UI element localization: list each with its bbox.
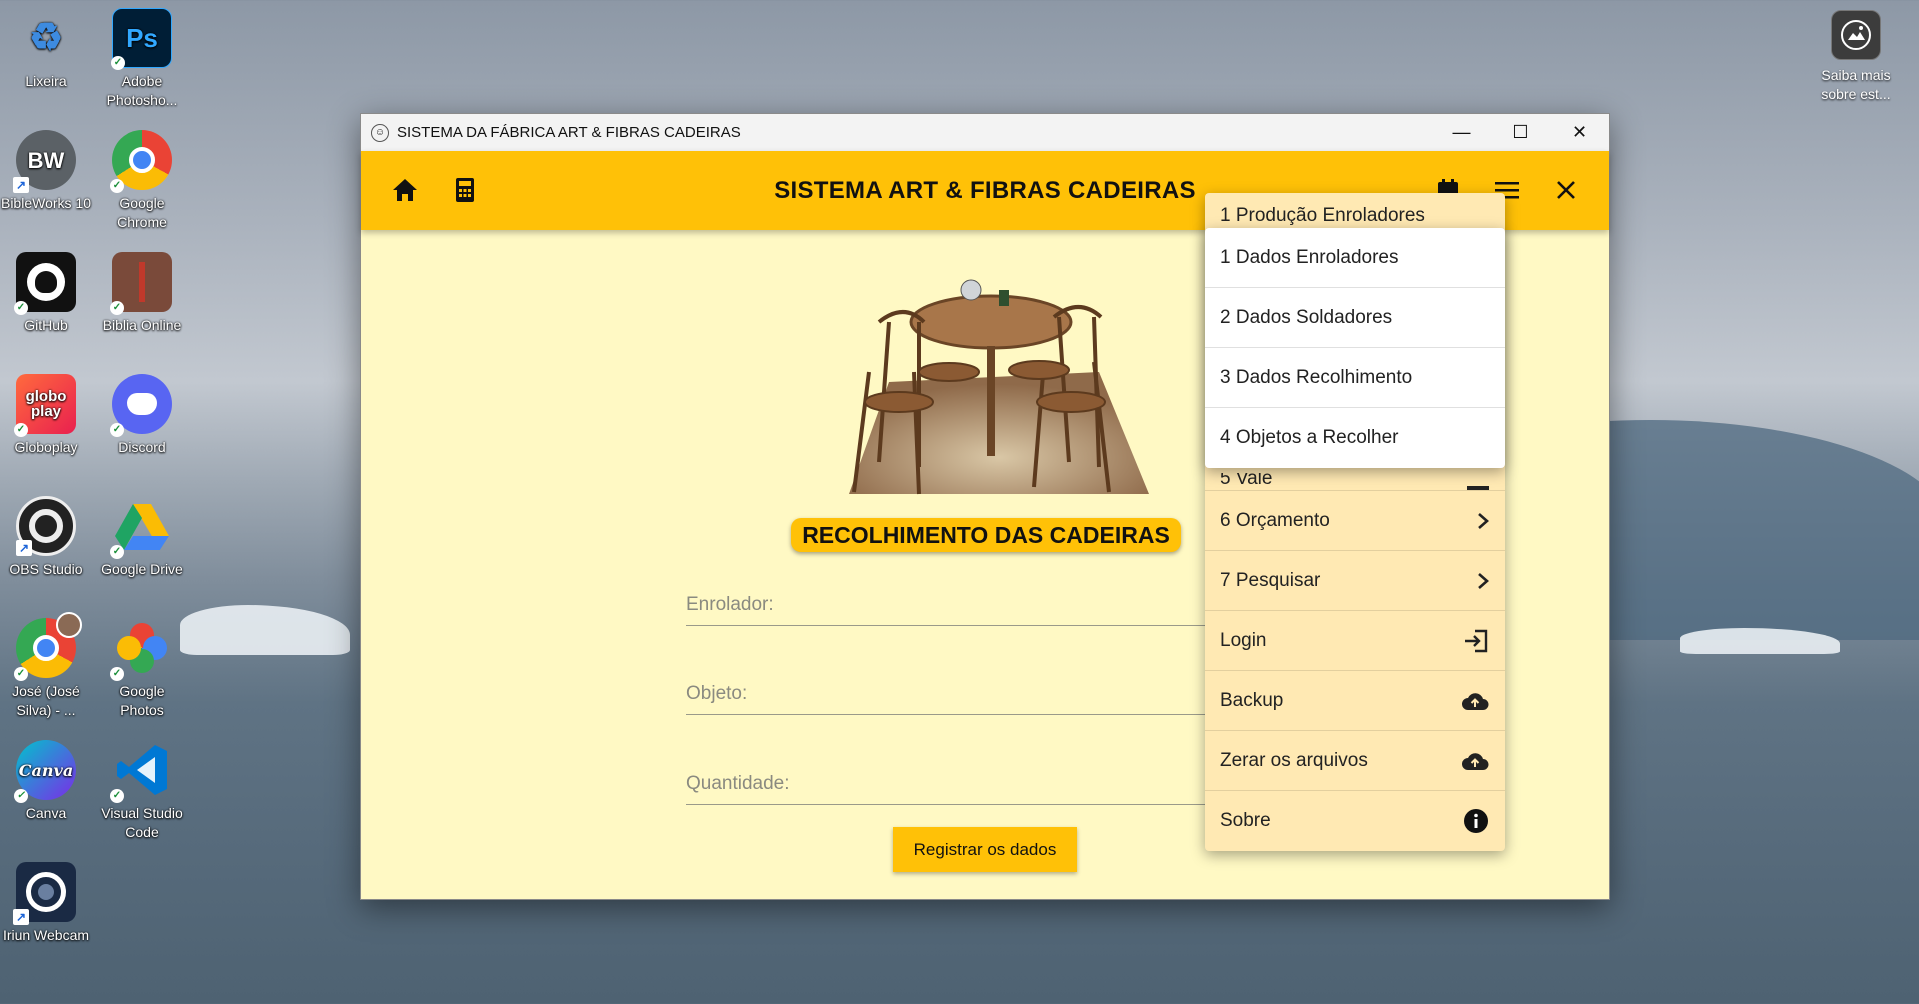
desktop-icon-lixeira[interactable]: ♻ Lixeira	[0, 8, 92, 91]
quantidade-field-wrapper	[686, 761, 1226, 805]
google-drive-icon: ✓	[110, 496, 172, 559]
obs-icon: ↗	[16, 496, 76, 556]
spotlight-icon	[1831, 10, 1881, 60]
cloud-upload-icon	[1462, 752, 1489, 770]
desktop-icon-label: Globoplay	[14, 439, 78, 455]
window-title: SISTEMA DA FÁBRICA ART & FIBRAS CADEIRAS	[397, 124, 741, 141]
cloud-upload-icon	[1462, 692, 1489, 710]
desktop-icon-google-photos[interactable]: ✓ Google Photos	[96, 618, 188, 720]
list-icon	[1467, 486, 1489, 490]
window-controls: — ☐ ✕	[1432, 114, 1609, 151]
register-data-button[interactable]: Registrar os dados	[893, 827, 1077, 872]
desktop-icon-label: OBS Studio	[9, 561, 83, 577]
menu-item-backup[interactable]: Backup	[1205, 671, 1505, 731]
desktop-icon-github[interactable]: ✓ GitHub	[0, 252, 92, 335]
submenu-item-objetos-a-recolher[interactable]: 4 Objetos a Recolher	[1205, 408, 1505, 468]
home-icon[interactable]	[388, 173, 422, 207]
chrome-icon: ✓	[110, 130, 172, 193]
menu-item-producao-enroladores[interactable]: 1 Produção Enroladores	[1205, 193, 1505, 229]
desktop-icon-obs[interactable]: ↗ OBS Studio	[0, 496, 92, 579]
maximize-button[interactable]: ☐	[1491, 114, 1550, 151]
desktop-icon-label: Visual Studio Code	[101, 805, 183, 840]
page-title-banner: RECOLHIMENTO DAS CADEIRAS	[791, 518, 1181, 552]
desktop-icon-label: Canva	[25, 805, 67, 821]
submenu-item-dados-soldadores[interactable]: 2 Dados Soldadores	[1205, 288, 1505, 348]
quantidade-input[interactable]	[686, 773, 1226, 795]
submenu-item-label: 4 Objetos a Recolher	[1220, 427, 1399, 448]
app-logo-icon: ☺	[371, 123, 389, 142]
menu-item-pesquisar[interactable]: 7 Pesquisar	[1205, 551, 1505, 611]
chairs-table-image	[809, 262, 1173, 504]
webcam-icon: ↗	[13, 862, 76, 925]
desktop-icon-label: GitHub	[24, 317, 68, 333]
chevron-right-icon	[1478, 512, 1489, 529]
submenu-item-label: 2 Dados Soldadores	[1220, 306, 1393, 328]
menu-item-zerar-arquivos[interactable]: Zerar os arquivos	[1205, 731, 1505, 791]
menu-item-vale[interactable]: 5 Vale	[1205, 473, 1505, 491]
chevron-right-icon	[1478, 572, 1489, 589]
desktop-icon-label: José (José Silva) - ...	[12, 683, 80, 718]
desktop-icon-iriun-webcam[interactable]: ↗ Iriun Webcam	[0, 862, 92, 945]
desktop-icon-biblia-online[interactable]: ✓ Biblia Online	[96, 252, 188, 335]
desktop-icon-label: Google Drive	[101, 561, 183, 577]
globoplay-icon: globo play ✓	[14, 374, 76, 437]
photoshop-icon: Ps ✓	[111, 8, 172, 70]
discord-icon: ✓	[110, 374, 172, 437]
chrome-profile-icon: ✓	[14, 612, 82, 681]
calculator-icon[interactable]	[448, 173, 482, 207]
minimize-button[interactable]: —	[1432, 114, 1491, 151]
close-window-button[interactable]: ✕	[1550, 114, 1609, 151]
desktop-icon-label: Discord	[118, 439, 166, 455]
submenu-item-label: 1 Dados Enroladores	[1220, 246, 1399, 268]
windows-spotlight-widget[interactable]: Saiba mais sobre est...	[1810, 10, 1902, 104]
desktop-icon-label: Google Chrome	[117, 195, 167, 230]
desktop-icon-canva[interactable]: Canva ✓ Canva	[0, 740, 92, 823]
recycle-bin-icon: ♻	[28, 16, 64, 59]
menu-item-orcamento[interactable]: 6 Orçamento	[1205, 491, 1505, 551]
submenu-item-label: 3 Dados Recolhimento	[1220, 366, 1413, 388]
bible-icon: ✓	[110, 252, 172, 315]
github-icon: ✓	[14, 252, 76, 315]
desktop-icon-label: Iriun Webcam	[2, 927, 90, 943]
bibleworks-icon: BW ↗	[13, 130, 76, 193]
menu-item-label: Backup	[1220, 689, 1284, 711]
desktop-icon-label: BibleWorks 10	[0, 195, 91, 211]
dados-submenu: 1 Dados Enroladores 2 Dados Soldadores 3…	[1205, 228, 1505, 468]
desktop-icon-label: Lixeira	[25, 73, 67, 89]
menu-item-label: 1 Produção Enroladores	[1220, 205, 1425, 226]
login-icon	[1465, 629, 1488, 652]
desktop-icon-globoplay[interactable]: globo play ✓ Globoplay	[0, 374, 92, 457]
google-photos-icon: ✓	[110, 618, 172, 681]
canva-icon: Canva ✓	[14, 740, 76, 803]
vscode-icon: ✓	[110, 740, 172, 803]
desktop-icon-chrome[interactable]: ✓ Google Chrome	[96, 130, 188, 232]
desktop-icon-label: Adobe Photosho...	[106, 73, 178, 108]
desktop-icon-vscode[interactable]: ✓ Visual Studio Code	[96, 740, 188, 842]
menu-item-label: Zerar os arquivos	[1220, 749, 1368, 771]
desktop-icon-discord[interactable]: ✓ Discord	[96, 374, 188, 457]
desktop-icon-label: Biblia Online	[102, 317, 182, 333]
desktop-icon-label: Google Photos	[119, 683, 165, 718]
submenu-item-dados-recolhimento[interactable]: 3 Dados Recolhimento	[1205, 348, 1505, 408]
close-icon[interactable]	[1549, 173, 1583, 207]
enrolador-field-wrapper	[686, 582, 1226, 626]
menu-item-label: 7 Pesquisar	[1220, 569, 1321, 591]
enrolador-input[interactable]	[686, 594, 1226, 616]
desktop-icon-photoshop[interactable]: Ps ✓ Adobe Photosho...	[96, 8, 188, 110]
objeto-input[interactable]	[686, 683, 1226, 705]
menu-item-label: 5 Vale	[1220, 473, 1273, 489]
objeto-field-wrapper	[686, 671, 1226, 715]
menu-item-label: Login	[1220, 629, 1267, 651]
submenu-item-dados-enroladores[interactable]: 1 Dados Enroladores	[1205, 228, 1505, 288]
menu-item-login[interactable]: Login	[1205, 611, 1505, 671]
desktop-icon-jose-chrome[interactable]: ✓ José (José Silva) - ...	[0, 612, 92, 720]
desktop-icon-google-drive[interactable]: ✓ Google Drive	[96, 496, 188, 579]
menu-item-label: 6 Orçamento	[1220, 509, 1330, 531]
spotlight-label: Saiba mais sobre est...	[1821, 67, 1891, 102]
desktop-icon-bibleworks[interactable]: BW ↗ BibleWorks 10	[0, 130, 92, 213]
menu-item-label: Sobre	[1220, 810, 1271, 831]
info-icon	[1464, 809, 1488, 833]
menu-item-sobre[interactable]: Sobre	[1205, 791, 1505, 851]
window-titlebar[interactable]: ☺ SISTEMA DA FÁBRICA ART & FIBRAS CADEIR…	[361, 114, 1609, 151]
